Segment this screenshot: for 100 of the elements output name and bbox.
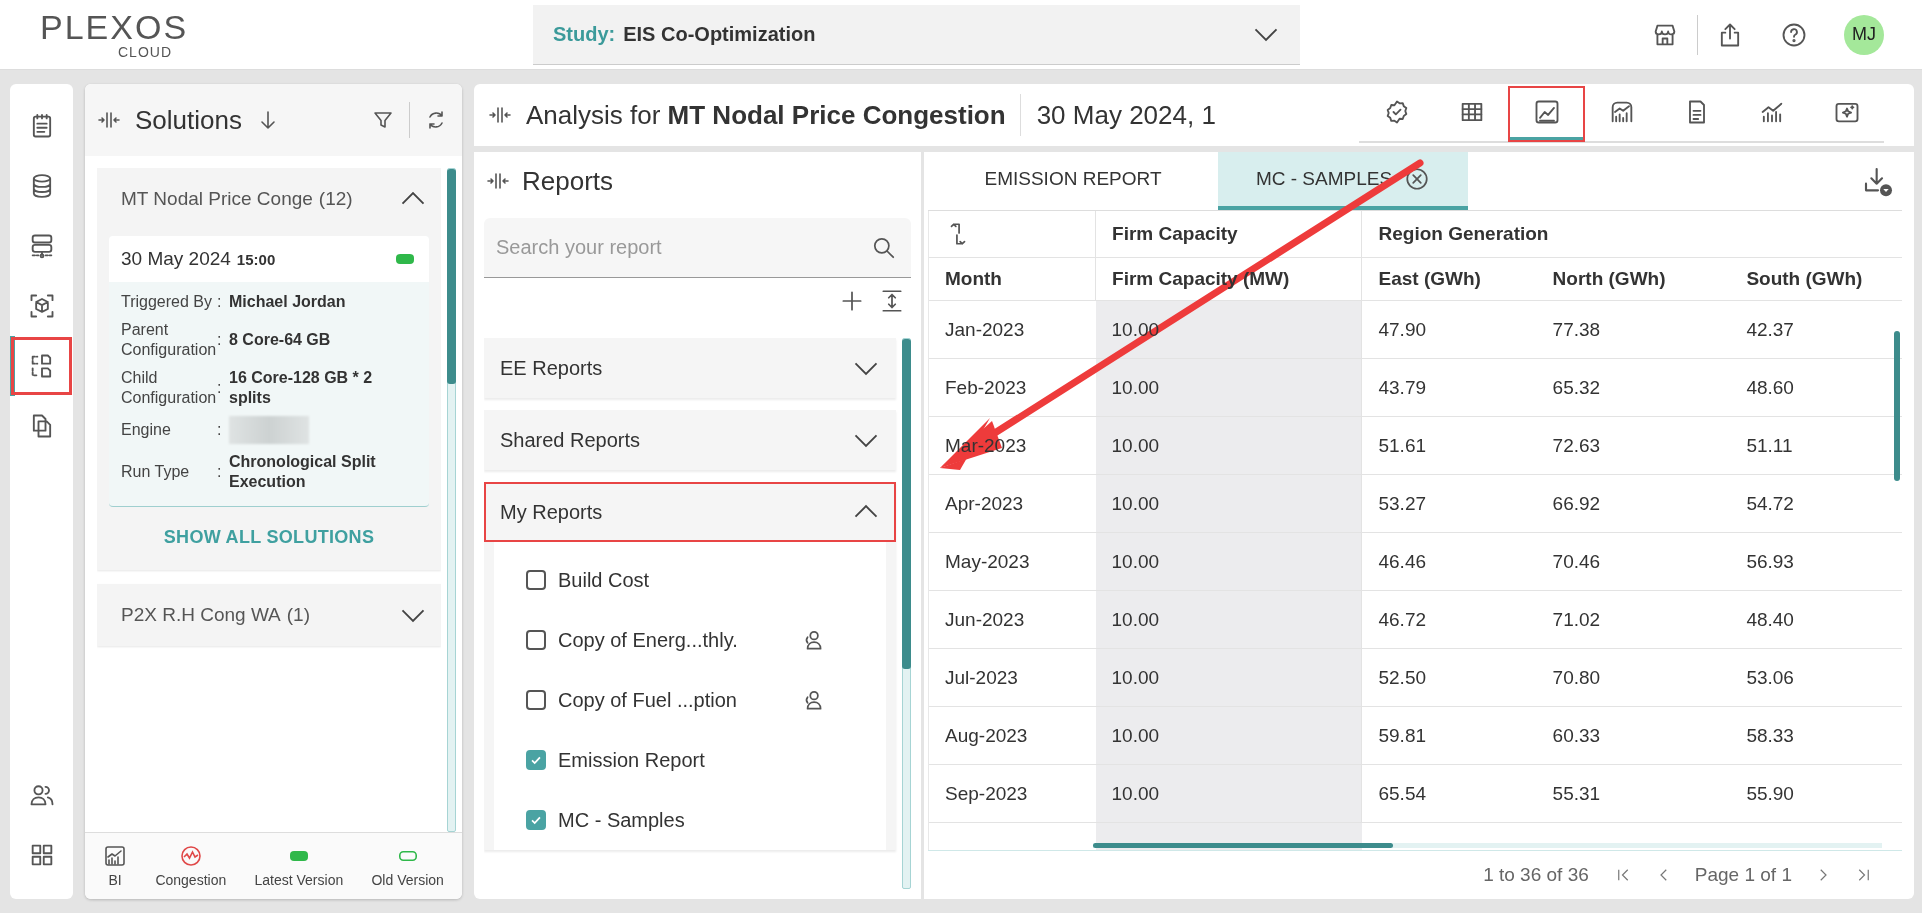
report-name: Copy of Energ...thly. [558,628,739,652]
run-date: 30 May 2024 [121,248,231,270]
detail-label: Run Type [121,462,191,482]
table-cell: 43.79 [1378,376,1427,398]
panel-title: Reports [522,165,614,197]
colon-separator: : [217,293,223,311]
report-tab[interactable]: EMISSION REPORT [928,152,1218,210]
sidebar-nav-item[interactable] [10,336,73,396]
table-cell: 77.38 [1552,318,1601,340]
solution-group-header[interactable]: MT Nodal Price Conge (12) [97,168,441,230]
legend-label: BI [108,872,122,888]
table-cell: 42.37 [1746,318,1794,340]
scrollbar-thumb[interactable] [902,339,911,669]
table-cell: 53.06 [1746,666,1794,688]
logo-wordmark: PLEXOS [40,9,189,44]
table-cell: 72.63 [1552,434,1601,456]
section-title: Shared Reports [500,428,641,452]
table-cell: 70.46 [1552,550,1601,572]
table-cell: 70.80 [1552,666,1601,688]
table-cell: 60.33 [1552,724,1601,746]
solution-group-name: MT Nodal Price Conge [121,188,313,210]
report-section-header[interactable]: EE Reports [484,338,896,398]
user-avatar[interactable]: MJ [1844,14,1884,55]
search-icon [871,235,897,261]
table-cell: 56.93 [1746,550,1794,572]
run-date-label: 30 May 2024, 1 [1035,99,1217,131]
table-cell: Jan-2023 [945,318,1025,340]
view-tab[interactable] [1509,87,1584,141]
detail-label: Child Configuration [121,368,217,408]
checkbox[interactable] [526,630,546,650]
table-cell: 65.32 [1552,376,1601,398]
column-header: Month [945,268,1002,289]
scrollbar-thumb[interactable] [1093,843,1393,848]
colon-separator: : [217,331,223,349]
checkbox[interactable] [526,690,546,710]
table-cell: 48.60 [1746,376,1794,398]
page-indicator: Page 1 of 1 [1694,864,1792,886]
row-count: 1 to 36 of 36 [1483,864,1589,886]
scrollbar-thumb[interactable] [1894,331,1900,481]
study-name: EIS Co-Optimization [623,22,817,46]
scrollbar-thumb[interactable] [447,169,456,384]
table-cell: 47.90 [1378,318,1427,340]
table-cell: Jul-2023 [945,666,1018,688]
detail-value: Chronological Split Execution [229,452,377,492]
close-icon[interactable] [1404,166,1431,192]
table-cell: 53.27 [1378,492,1427,514]
detail-value: 8 Core-64 GB [229,330,332,350]
table-cell: 52.50 [1378,666,1427,688]
section-title: My Reports [500,500,603,524]
solution-count: (12) [318,188,353,210]
column-group-header: Region Generation [1378,223,1549,244]
solution-group-name: P2X R.H Cong WA [121,604,281,626]
table-cell: Sep-2023 [945,782,1028,804]
table-cell: 51.61 [1378,434,1427,456]
table-cell: 10.00 [1111,492,1160,514]
legend-label: Congestion [155,872,227,888]
table-cell: May-2023 [945,550,1030,572]
table-cell: 48.40 [1746,608,1794,630]
solution-group-header[interactable]: P2X R.H Cong WA (1) [97,584,441,646]
download-icon[interactable] [1862,165,1894,197]
legend-label: Latest Version [254,872,344,888]
report-name: Copy of Fuel ...ption [558,688,738,712]
report-name: Build Cost [558,568,651,592]
detail-value: Michael Jordan [229,292,347,312]
table-cell: 10.00 [1111,434,1160,456]
study-dropdown[interactable]: Study: EIS Co-Optimization [533,4,1300,65]
search-field[interactable]: Search your report [484,218,911,278]
table-cell: 10.00 [1111,550,1160,572]
report-name: Emission Report [558,748,706,772]
detail-label: Parent Configuration [121,320,217,360]
table-cell: 65.54 [1378,782,1427,804]
table-cell: Jun-2023 [945,608,1025,630]
run-time: 15:00 [236,250,276,268]
table-cell: 10.00 [1111,608,1160,630]
report-section-header[interactable]: My Reports [484,482,896,542]
detail-label: Engine [121,420,172,440]
panel-title: Solutions [135,104,242,136]
table-cell: 10.00 [1111,782,1160,804]
table-cell: 10.00 [1111,376,1160,398]
table-cell: 51.11 [1746,434,1793,456]
table-cell: 46.46 [1378,550,1427,572]
table-cell: 10.00 [1111,666,1160,688]
checkbox[interactable] [526,750,546,770]
table-cell: 55.90 [1746,782,1794,804]
checkbox[interactable] [526,570,546,590]
logo-subtitle: CLOUD [118,43,172,60]
table-cell: 54.72 [1746,492,1794,514]
colon-separator: : [217,463,223,481]
report-name: MC - Samples [558,808,686,832]
table-cell: Aug-2023 [945,724,1028,746]
report-section-header[interactable]: Shared Reports [484,410,896,470]
checkbox[interactable] [526,810,546,830]
study-label: Study: [553,22,616,46]
colon-separator: : [217,379,223,397]
solution-count: (1) [286,604,311,626]
detail-value: 16 Core-128 GB * 2 splits [229,368,374,408]
section-title: EE Reports [500,356,603,380]
column-header: North (GWh) [1552,268,1666,289]
table-cell: 59.81 [1378,724,1427,746]
legend-label: Old Version [371,872,444,888]
